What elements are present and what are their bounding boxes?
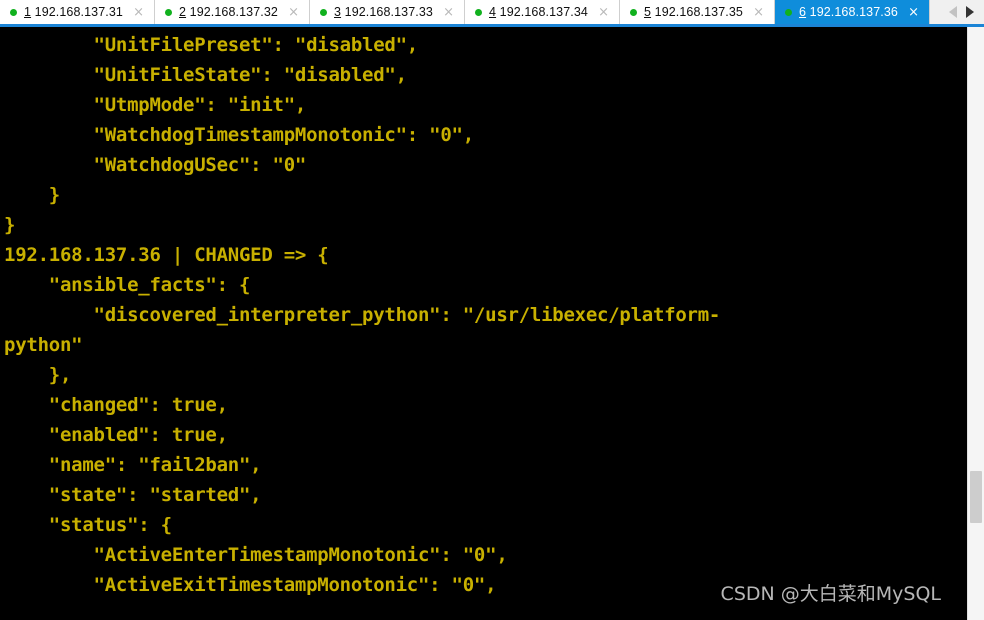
tab-host: 192.168.137.32 <box>189 5 278 19</box>
tab-index: 3 <box>334 5 342 19</box>
tab-status-dot-icon <box>475 8 482 16</box>
tab-status-dot-icon <box>630 8 637 16</box>
tab-host: 192.168.137.35 <box>654 5 743 19</box>
tab-label: 1 192.168.137.31 <box>24 5 129 19</box>
terminal-pane: "UnitFilePreset": "disabled", "UnitFileS… <box>0 27 984 620</box>
tab-label: 3 192.168.137.33 <box>334 5 439 19</box>
tab-status-dot-icon <box>320 8 327 16</box>
terminal-scrollbar[interactable] <box>967 27 984 620</box>
tab-close-icon[interactable]: × <box>129 6 148 19</box>
tab-192.168.137.32[interactable]: 2 192.168.137.32 × <box>155 0 310 24</box>
tab-close-icon[interactable]: × <box>904 6 923 19</box>
tab-status-dot-icon <box>165 8 172 16</box>
tab-label: 6 192.168.137.36 <box>799 5 904 19</box>
tab-label: 2 192.168.137.32 <box>179 5 284 19</box>
tab-host: 192.168.137.34 <box>499 5 588 19</box>
tab-index: 1 <box>24 5 32 19</box>
tab-192.168.137.35[interactable]: 5 192.168.137.35 × <box>620 0 775 24</box>
tab-scroll-right-icon[interactable] <box>966 6 974 18</box>
terminal-output-text: "UnitFilePreset": "disabled", "UnitFileS… <box>4 34 721 596</box>
tab-192.168.137.33[interactable]: 3 192.168.137.33 × <box>310 0 465 24</box>
tab-status-dot-icon <box>10 8 17 16</box>
tab-host: 192.168.137.36 <box>809 5 898 19</box>
tab-index: 2 <box>179 5 187 19</box>
tab-host: 192.168.137.31 <box>34 5 123 19</box>
tab-label: 5 192.168.137.35 <box>644 5 749 19</box>
tab-close-icon[interactable]: × <box>284 6 303 19</box>
tab-close-icon[interactable]: × <box>594 6 613 19</box>
tab-navigation-arrows <box>935 0 984 24</box>
tab-close-icon[interactable]: × <box>749 6 768 19</box>
tab-scroll-left-icon[interactable] <box>949 6 957 18</box>
tab-192.168.137.36[interactable]: 6 192.168.137.36 × <box>775 0 930 24</box>
tab-status-dot-icon <box>785 8 792 16</box>
tab-bar: 1 192.168.137.31 × 2 192.168.137.32 × 3 192.… <box>0 0 984 27</box>
tab-close-icon[interactable]: × <box>439 6 458 19</box>
scrollbar-thumb[interactable] <box>970 471 982 523</box>
tab-index: 5 <box>644 5 652 19</box>
tab-host: 192.168.137.33 <box>344 5 433 19</box>
tab-index: 4 <box>489 5 497 19</box>
tab-index: 6 <box>799 5 807 19</box>
terminal-output-area[interactable]: "UnitFilePreset": "disabled", "UnitFileS… <box>0 27 967 620</box>
tab-192.168.137.34[interactable]: 4 192.168.137.34 × <box>465 0 620 24</box>
tab-192.168.137.31[interactable]: 1 192.168.137.31 × <box>0 0 155 24</box>
tab-label: 4 192.168.137.34 <box>489 5 594 19</box>
